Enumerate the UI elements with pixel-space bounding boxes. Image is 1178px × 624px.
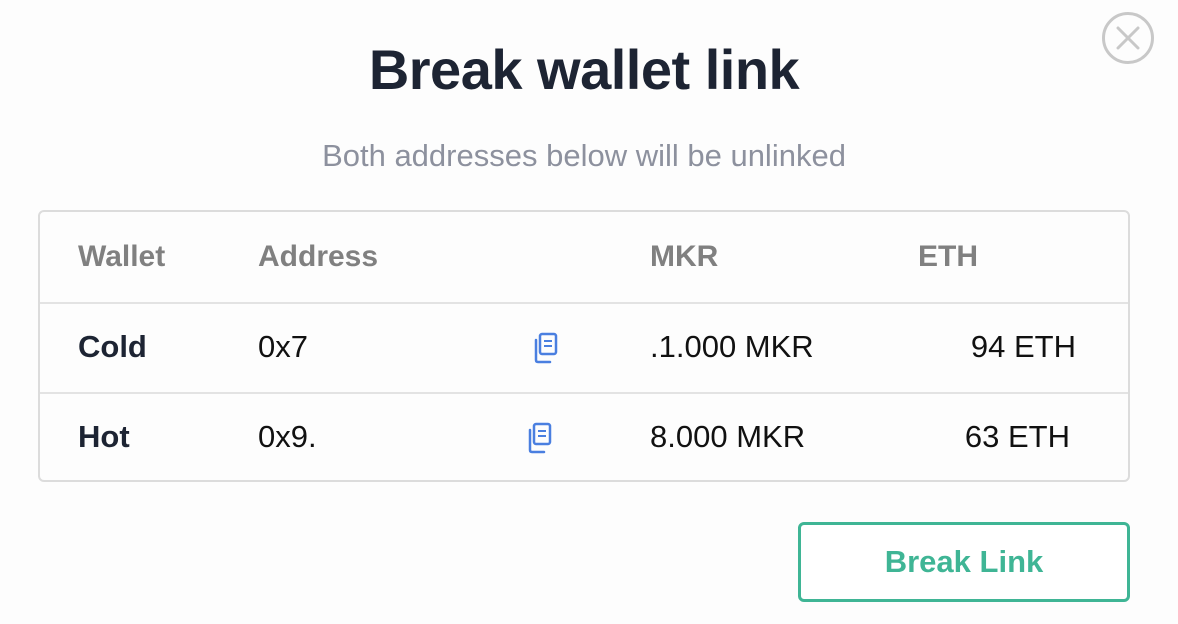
- break-link-button[interactable]: Break Link: [798, 522, 1130, 602]
- break-wallet-link-modal: Break wallet link Both addresses below w…: [0, 0, 1178, 624]
- address-hot: 0x9.: [258, 419, 317, 454]
- eth-balance-hot: 63 ETH: [964, 419, 1070, 454]
- wallets-table: Wallet Address MKR ETH Cold 0x7 .1.000 M…: [38, 210, 1130, 482]
- address-cold: 0x7: [258, 329, 308, 364]
- modal-title: Break wallet link: [368, 38, 800, 101]
- wallet-name-cold: Cold: [78, 329, 147, 364]
- header-address: Address: [258, 240, 379, 273]
- mkr-balance-cold: .1.000 MKR: [650, 329, 814, 364]
- table-header-row: Wallet Address MKR ETH: [40, 212, 1128, 304]
- eth-balance-cold: 94 ETH: [970, 329, 1076, 364]
- modal-subtitle: Both addresses below will be unlinked: [322, 138, 846, 173]
- header-eth: ETH: [918, 240, 978, 273]
- header-mkr: MKR: [650, 240, 719, 273]
- copy-icon[interactable]: [530, 332, 560, 364]
- table-row: Hot 0x9. 8.000 MKR 63 ETH: [40, 392, 1128, 482]
- header-wallet: Wallet: [78, 240, 166, 273]
- copy-icon[interactable]: [524, 422, 554, 454]
- table-row: Cold 0x7 .1.000 MKR 94 ETH: [40, 302, 1128, 394]
- wallet-name-hot: Hot: [78, 419, 130, 454]
- mkr-balance-hot: 8.000 MKR: [650, 419, 806, 454]
